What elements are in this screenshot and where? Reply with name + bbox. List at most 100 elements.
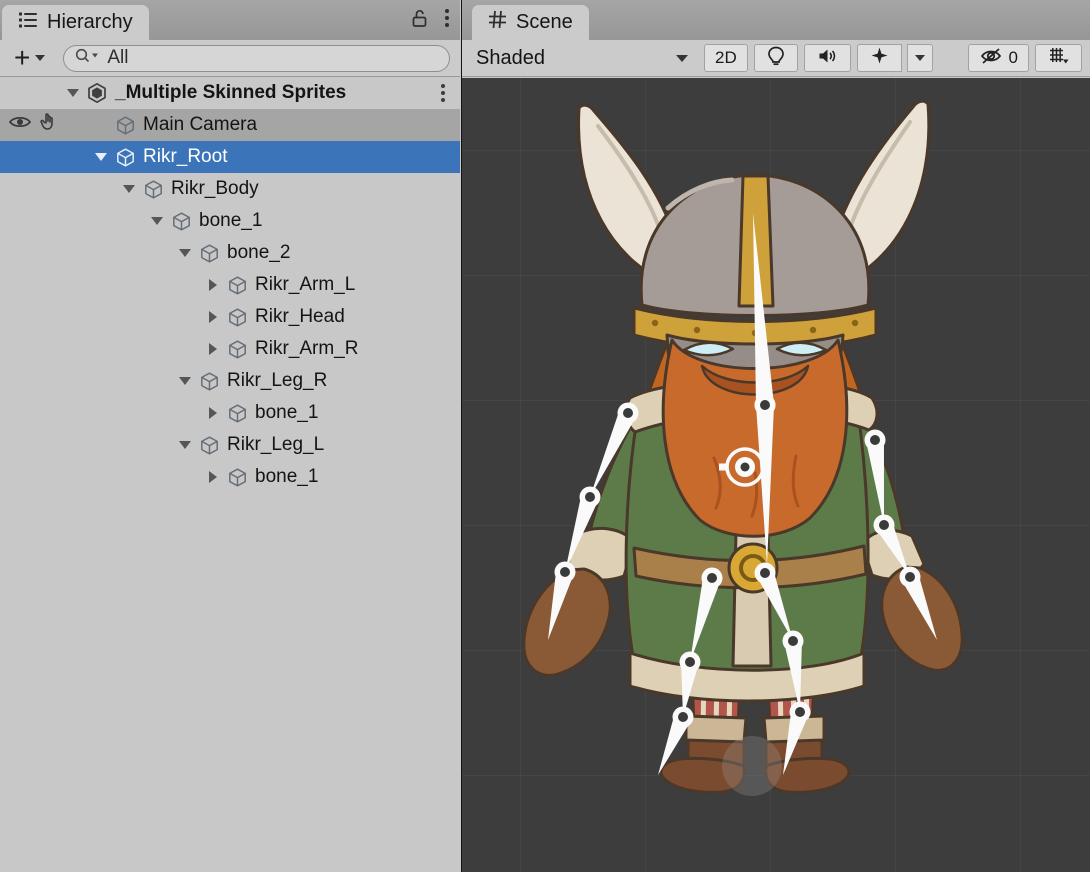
chevron-down-icon	[35, 55, 45, 61]
scene-effects-dropdown[interactable]	[907, 44, 933, 72]
foldout-arrow[interactable]	[118, 185, 140, 193]
hierarchy-row[interactable]: bone_2	[0, 237, 460, 269]
unity-editor-window: { "hierarchy_panel": { "tab_label": "Hie…	[0, 0, 1090, 872]
scene-canvas[interactable]	[462, 78, 1090, 872]
foldout-arrow[interactable]	[62, 89, 84, 97]
hierarchy-row[interactable]: bone_1	[0, 461, 460, 493]
gameobject-cube-icon	[112, 147, 138, 168]
row-label: Main Camera	[143, 114, 257, 136]
hierarchy-row[interactable]: _Multiple Skinned Sprites	[0, 77, 460, 109]
scene-effects-button[interactable]	[857, 44, 902, 72]
hierarchy-row[interactable]: Rikr_Leg_L	[0, 429, 460, 461]
scene-options-kebab-icon[interactable]	[440, 82, 446, 110]
foldout-arrow[interactable]	[174, 441, 196, 449]
chevron-down-icon	[676, 55, 688, 62]
row-label: bone_1	[255, 466, 318, 488]
scene-viewport[interactable]	[462, 78, 1090, 872]
row-label: Rikr_Arm_R	[255, 338, 358, 360]
gameobject-cube-icon	[224, 403, 250, 424]
scene-tab-strip: Scene	[462, 0, 1090, 41]
row-label: Rikr_Arm_L	[255, 274, 355, 296]
scene-toolbar: Shaded 2D	[462, 40, 1090, 77]
hierarchy-row[interactable]: Rikr_Root	[0, 141, 460, 173]
foldout-arrow[interactable]	[202, 343, 224, 355]
create-object-button[interactable]: +	[8, 44, 51, 72]
hierarchy-row[interactable]: bone_1	[0, 397, 460, 429]
gameobject-cube-icon	[140, 179, 166, 200]
hierarchy-row[interactable]: Main Camera	[0, 109, 460, 141]
search-value: All	[107, 47, 128, 69]
hierarchy-tab-strip: Hierarchy	[0, 0, 460, 41]
row-visibility-gutter	[0, 301, 62, 333]
gameobject-cube-icon	[224, 467, 250, 488]
row-label: Rikr_Leg_R	[227, 370, 327, 392]
scene-panel: Scene Shaded 2D	[461, 0, 1090, 872]
tab-scene[interactable]: Scene	[472, 5, 589, 40]
chevron-down-icon	[915, 55, 925, 61]
draw-mode-dropdown[interactable]: Shaded	[470, 43, 698, 73]
hierarchy-search-input[interactable]: All	[63, 45, 450, 72]
hierarchy-toolbar: + All	[0, 40, 460, 77]
hierarchy-panel: Hierarchy + All _M	[0, 0, 460, 872]
row-visibility-gutter	[0, 365, 62, 397]
toggle-2d-label: 2D	[715, 48, 737, 68]
grid-settings-icon	[1048, 47, 1069, 69]
hierarchy-tree: _Multiple Skinned Sprites Main Camera Rikr…	[0, 77, 460, 872]
foldout-arrow[interactable]	[146, 217, 168, 225]
row-visibility-gutter	[0, 333, 62, 365]
hidden-count-label: 0	[1009, 48, 1018, 68]
hierarchy-row[interactable]: Rikr_Body	[0, 173, 460, 205]
foldout-arrow[interactable]	[174, 377, 196, 385]
foldout-arrow[interactable]	[202, 407, 224, 419]
row-label: _Multiple Skinned Sprites	[115, 82, 346, 104]
row-label: Rikr_Head	[255, 306, 345, 328]
lightbulb-icon	[767, 46, 785, 71]
gameobject-cube-icon	[168, 211, 194, 232]
foldout-arrow[interactable]	[202, 279, 224, 291]
row-visibility-gutter	[0, 397, 62, 429]
gameobject-cube-icon	[196, 435, 222, 456]
gameobject-cube-icon	[196, 243, 222, 264]
foldout-arrow[interactable]	[90, 153, 112, 161]
gameobject-cube-icon	[224, 339, 250, 360]
foldout-arrow[interactable]	[174, 249, 196, 257]
scene-visibility-button[interactable]: 0	[968, 44, 1029, 72]
row-label: Rikr_Leg_L	[227, 434, 324, 456]
row-label: Rikr_Body	[171, 178, 259, 200]
row-visibility-gutter	[0, 77, 62, 109]
pane-menu-kebab-icon[interactable]	[444, 7, 450, 34]
hierarchy-row[interactable]: Rikr_Leg_R	[0, 365, 460, 397]
hierarchy-row[interactable]: Rikr_Arm_L	[0, 269, 460, 301]
tab-hierarchy[interactable]: Hierarchy	[2, 5, 149, 40]
gameobject-cube-icon	[196, 371, 222, 392]
hierarchy-row[interactable]: Rikr_Head	[0, 301, 460, 333]
tab-scene-label: Scene	[516, 11, 573, 34]
row-label: bone_1	[255, 402, 318, 424]
toggle-2d-button[interactable]: 2D	[704, 44, 748, 72]
visibility-eye-icon[interactable]	[8, 114, 32, 136]
unity-scene-icon	[84, 82, 110, 104]
eye-slash-icon	[979, 47, 1003, 70]
hierarchy-row[interactable]: bone_1	[0, 205, 460, 237]
draw-mode-label: Shaded	[476, 47, 545, 70]
grid-settings-button[interactable]	[1035, 44, 1082, 72]
row-visibility-gutter	[0, 461, 62, 493]
pickability-hand-icon[interactable]	[38, 112, 58, 138]
scene-audio-button[interactable]	[804, 44, 851, 72]
search-icon	[74, 47, 100, 70]
row-label: bone_2	[227, 242, 290, 264]
row-visibility-gutter	[0, 173, 62, 205]
gameobject-cube-icon	[224, 275, 250, 296]
tab-hierarchy-label: Hierarchy	[47, 11, 133, 34]
lock-icon[interactable]	[411, 8, 428, 33]
hierarchy-row[interactable]: Rikr_Arm_R	[0, 333, 460, 365]
scene-grid-icon	[488, 10, 507, 35]
row-visibility-gutter	[0, 237, 62, 269]
plus-icon: +	[14, 44, 30, 72]
row-visibility-gutter[interactable]	[0, 109, 62, 141]
effects-star-icon	[870, 46, 889, 70]
foldout-arrow[interactable]	[202, 471, 224, 483]
foldout-arrow[interactable]	[202, 311, 224, 323]
scene-lighting-button[interactable]	[754, 44, 798, 72]
hierarchy-list-icon	[18, 11, 38, 35]
